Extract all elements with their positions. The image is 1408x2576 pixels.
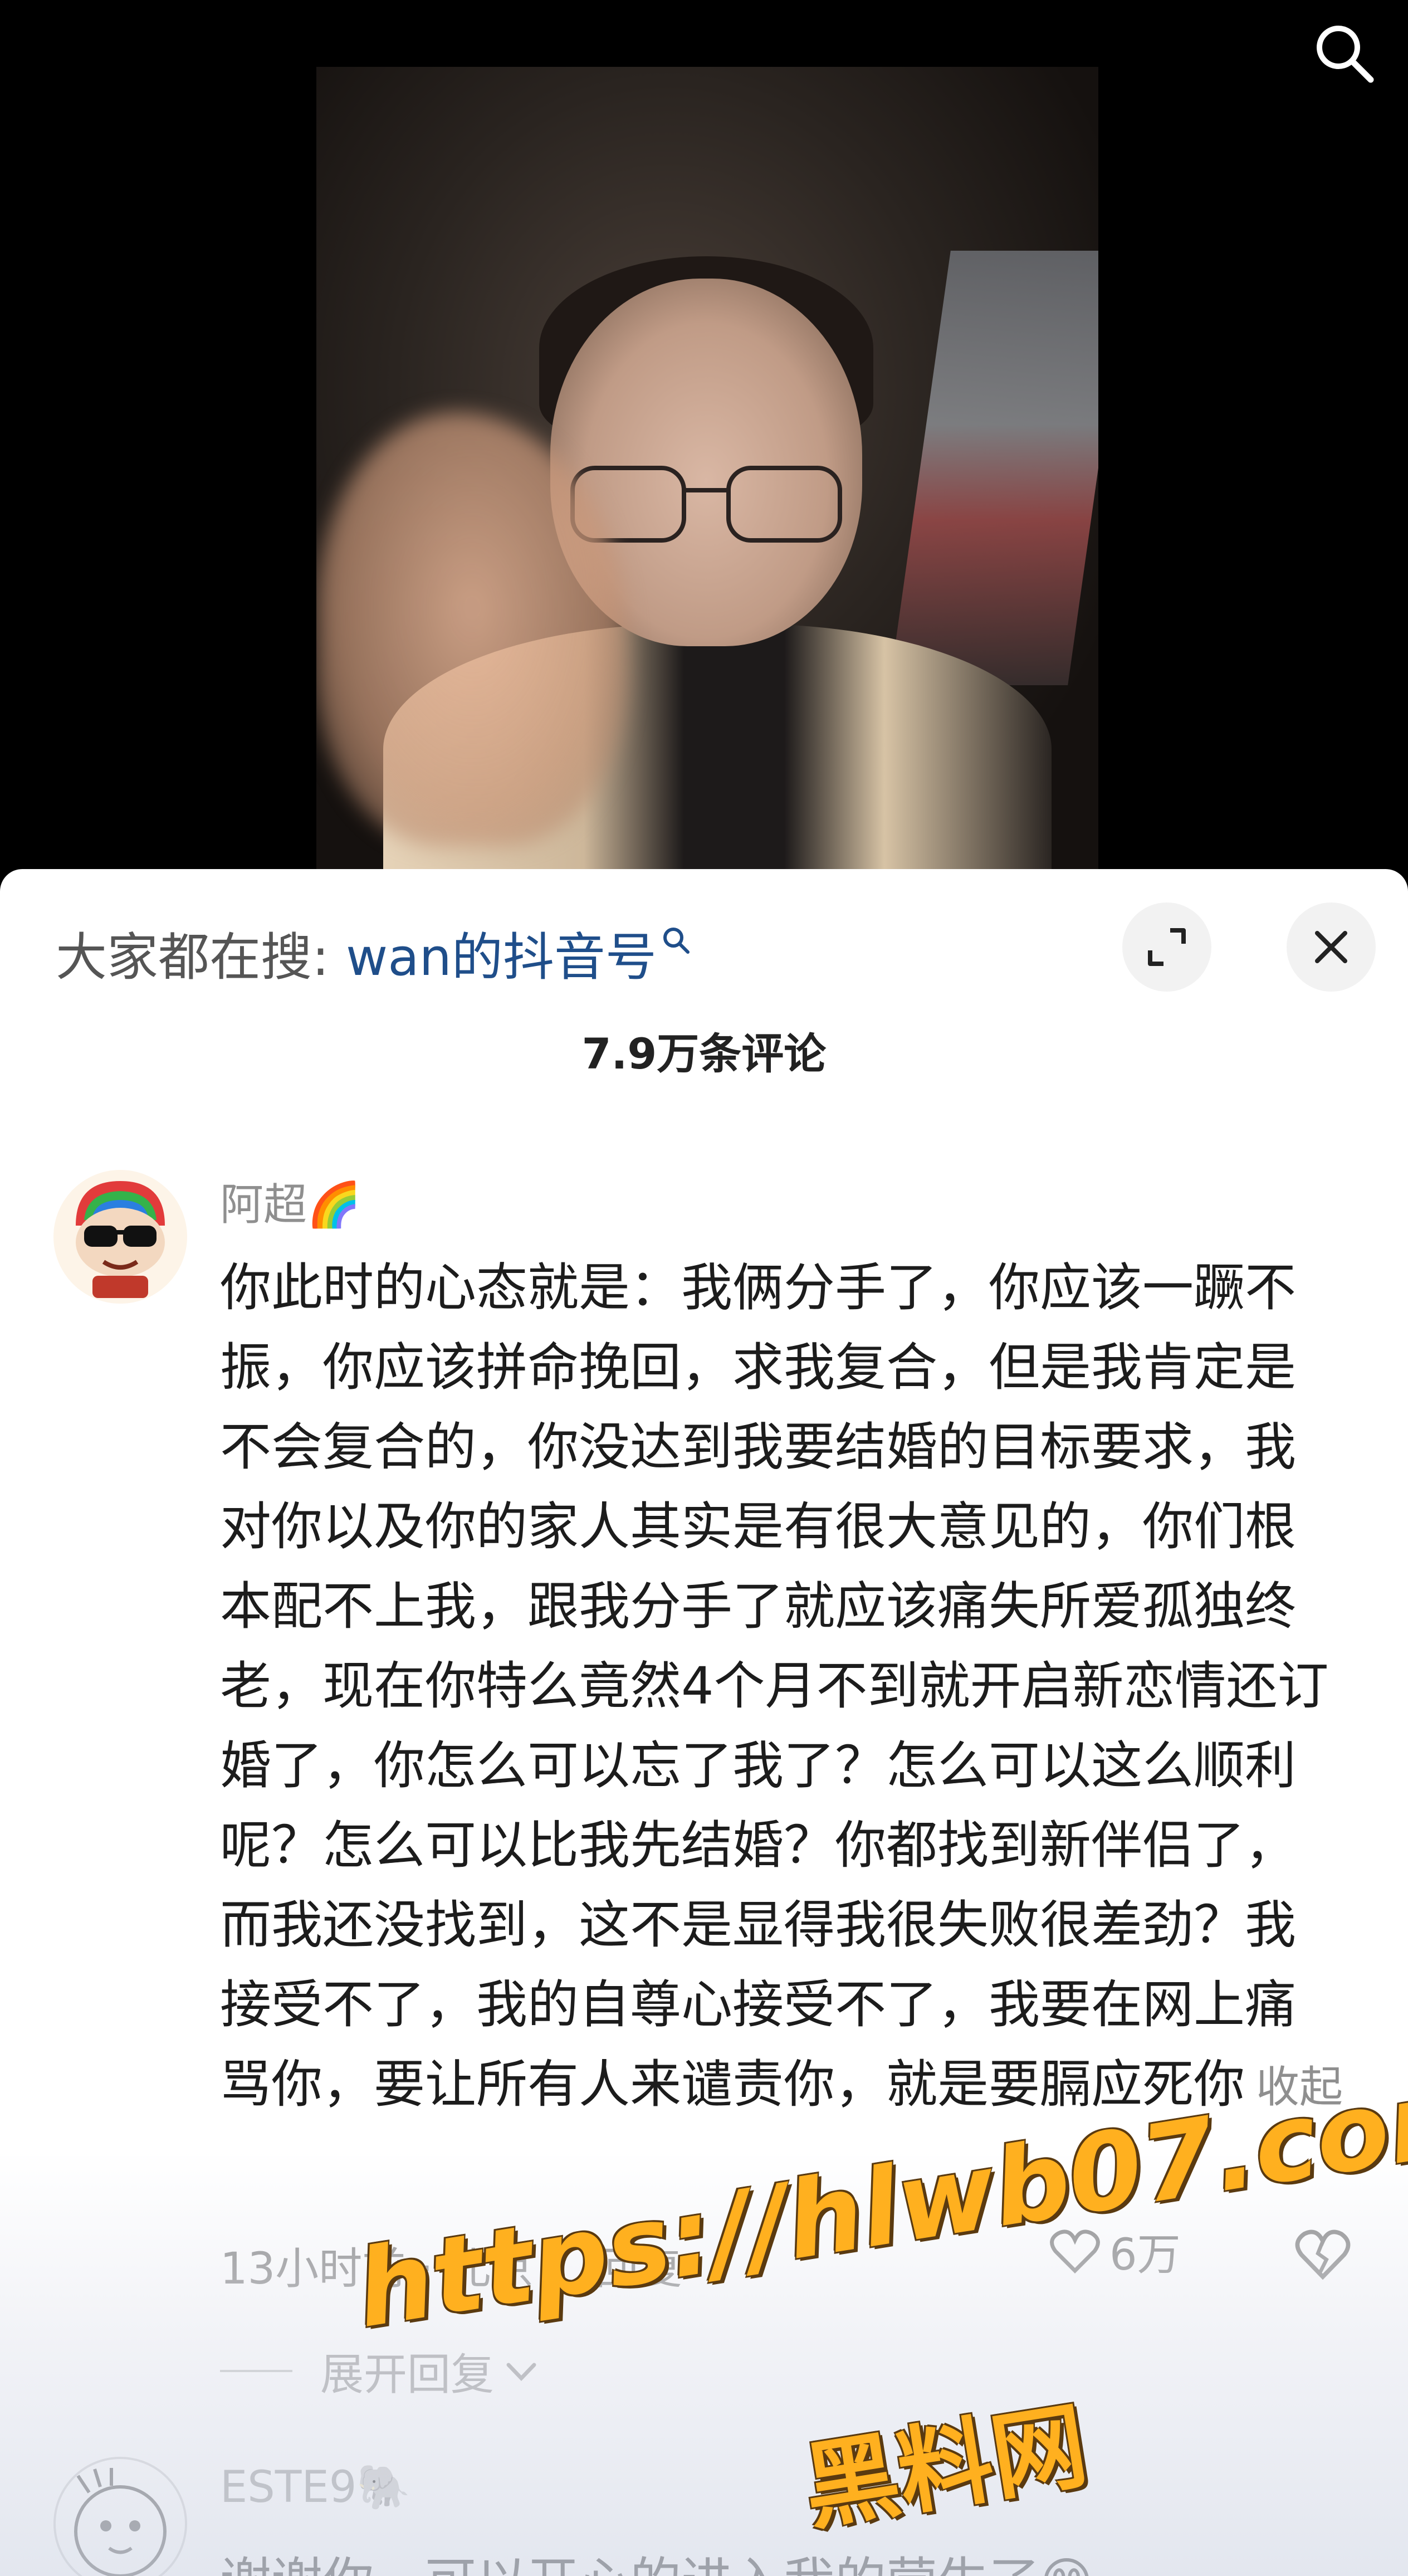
expand-replies-label: 展开回复 [320,2350,495,2400]
expand-icon [1148,928,1186,966]
comment-meta: 13小时前 · 北京 回复 [220,2234,682,2296]
comment-username[interactable]: 阿超🌈 [220,1170,361,1232]
video-frame[interactable] [316,67,1098,869]
suggestion-link[interactable]: wan的抖音号 [346,916,657,990]
reply-button[interactable]: 回复 [595,2234,682,2296]
broken-heart-icon[interactable] [1292,2223,1353,2284]
search-suggestion: 大家都在搜: wan的抖音号 [56,914,691,992]
avatar-image [74,2468,167,2576]
divider-line [220,2370,292,2372]
avatar-image [55,1171,186,1302]
search-icon [1317,26,1374,83]
expand-replies[interactable]: 展开回复 [220,2340,541,2402]
comment-text: 谢谢你，可以开心的进入我的营生了😊 [220,2540,1093,2576]
close-button[interactable] [1287,902,1376,992]
search-icon [660,924,691,963]
bottom-fade [0,2150,1408,2576]
comment-body: 你此时的心态就是：我俩分手了，你应该一蹶不振，你应该拼命挽回，求我复合，但是我肯… [220,1248,1345,2128]
comments-count: 7.9万条评论 [581,1029,827,1079]
screen: 大家都在搜: wan的抖音号 7.9万条评论 阿超🌈 你此时的心态就是：我俩分手… [0,0,1408,2576]
expand-button[interactable] [1122,902,1211,992]
comment-sheet: 大家都在搜: wan的抖音号 7.9万条评论 阿超🌈 你此时的心态就是：我俩分手… [0,869,1408,2576]
car-window [889,251,1098,685]
comment-text: 你此时的心态就是：我俩分手了，你应该一蹶不振，你应该拼命挽回，求我复合，但是我肯… [220,1258,1329,2114]
collapse-link[interactable]: 收起 [1256,2062,1343,2112]
comment-username[interactable]: ESTE9🐘 [220,2462,410,2513]
avatar[interactable] [53,2457,187,2576]
comment-time-location: 13小时前 · 北京 [220,2244,534,2294]
like-button[interactable]: 6万 [1047,2220,1181,2282]
heart-icon [1050,2229,1100,2273]
avatar[interactable] [53,1170,187,1304]
close-icon [1315,931,1347,963]
like-count: 6万 [1109,2230,1181,2280]
search-button[interactable] [1302,11,1386,95]
video-player[interactable] [0,0,1408,869]
suggestion-prefix: 大家都在搜: [56,927,329,987]
chevron-down-icon [506,2363,536,2382]
